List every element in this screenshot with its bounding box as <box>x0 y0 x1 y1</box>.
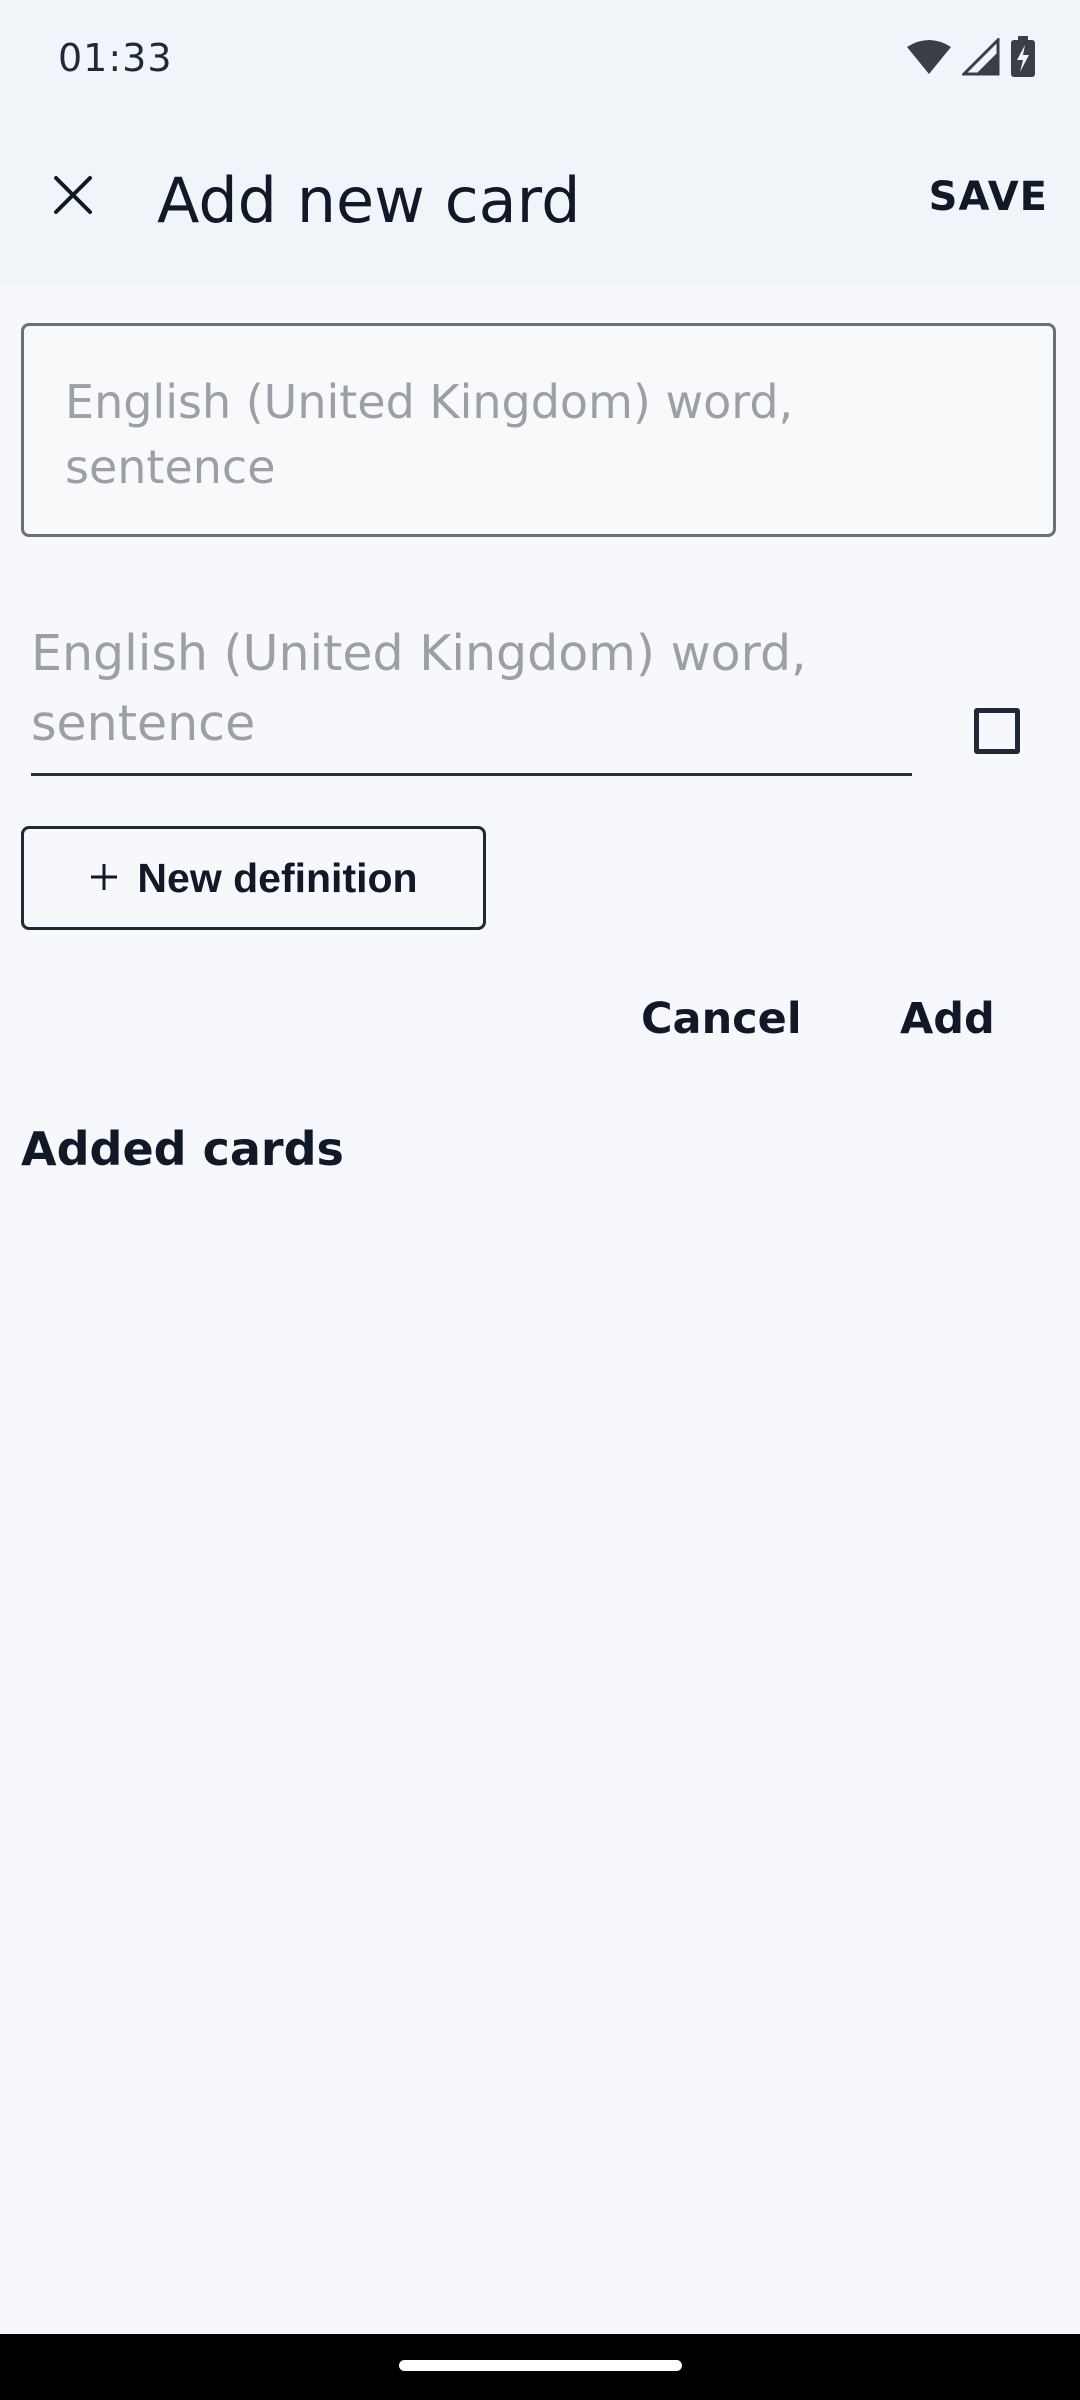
navigation-bar <box>0 2334 1080 2400</box>
screen: 01:33 Add new card SAVE English (United … <box>0 0 1080 2400</box>
status-icons <box>906 36 1036 82</box>
add-card-form: English (United Kingdom) word, sentence … <box>0 286 1080 2334</box>
cancel-button[interactable]: Cancel <box>641 994 802 1044</box>
status-time: 01:33 <box>58 36 173 80</box>
add-button[interactable]: Add <box>900 994 995 1044</box>
term-input-placeholder: English (United Kingdom) word, sentence <box>65 375 794 494</box>
status-bar: 01:33 <box>0 0 1080 118</box>
definition-checkbox[interactable] <box>974 708 1020 754</box>
wifi-icon <box>906 39 952 79</box>
cellular-signal-icon <box>960 36 1000 80</box>
save-button[interactable]: SAVE <box>929 174 1048 220</box>
home-handle[interactable] <box>399 2360 682 2371</box>
added-cards-title: Added cards <box>21 1122 344 1176</box>
page-title: Add new card <box>157 164 581 237</box>
definition-input-placeholder: English (United Kingdom) word, sentence <box>31 625 807 752</box>
close-button[interactable] <box>40 162 106 228</box>
app-bar: Add new card SAVE <box>0 118 1080 286</box>
definition-input[interactable]: English (United Kingdom) word, sentence <box>31 619 912 776</box>
battery-charging-icon <box>1010 36 1036 82</box>
new-definition-label: New definition <box>137 854 418 901</box>
term-input[interactable]: English (United Kingdom) word, sentence <box>21 323 1056 537</box>
plus-icon <box>89 856 119 900</box>
new-definition-button[interactable]: New definition <box>21 826 486 930</box>
close-icon <box>54 176 92 214</box>
